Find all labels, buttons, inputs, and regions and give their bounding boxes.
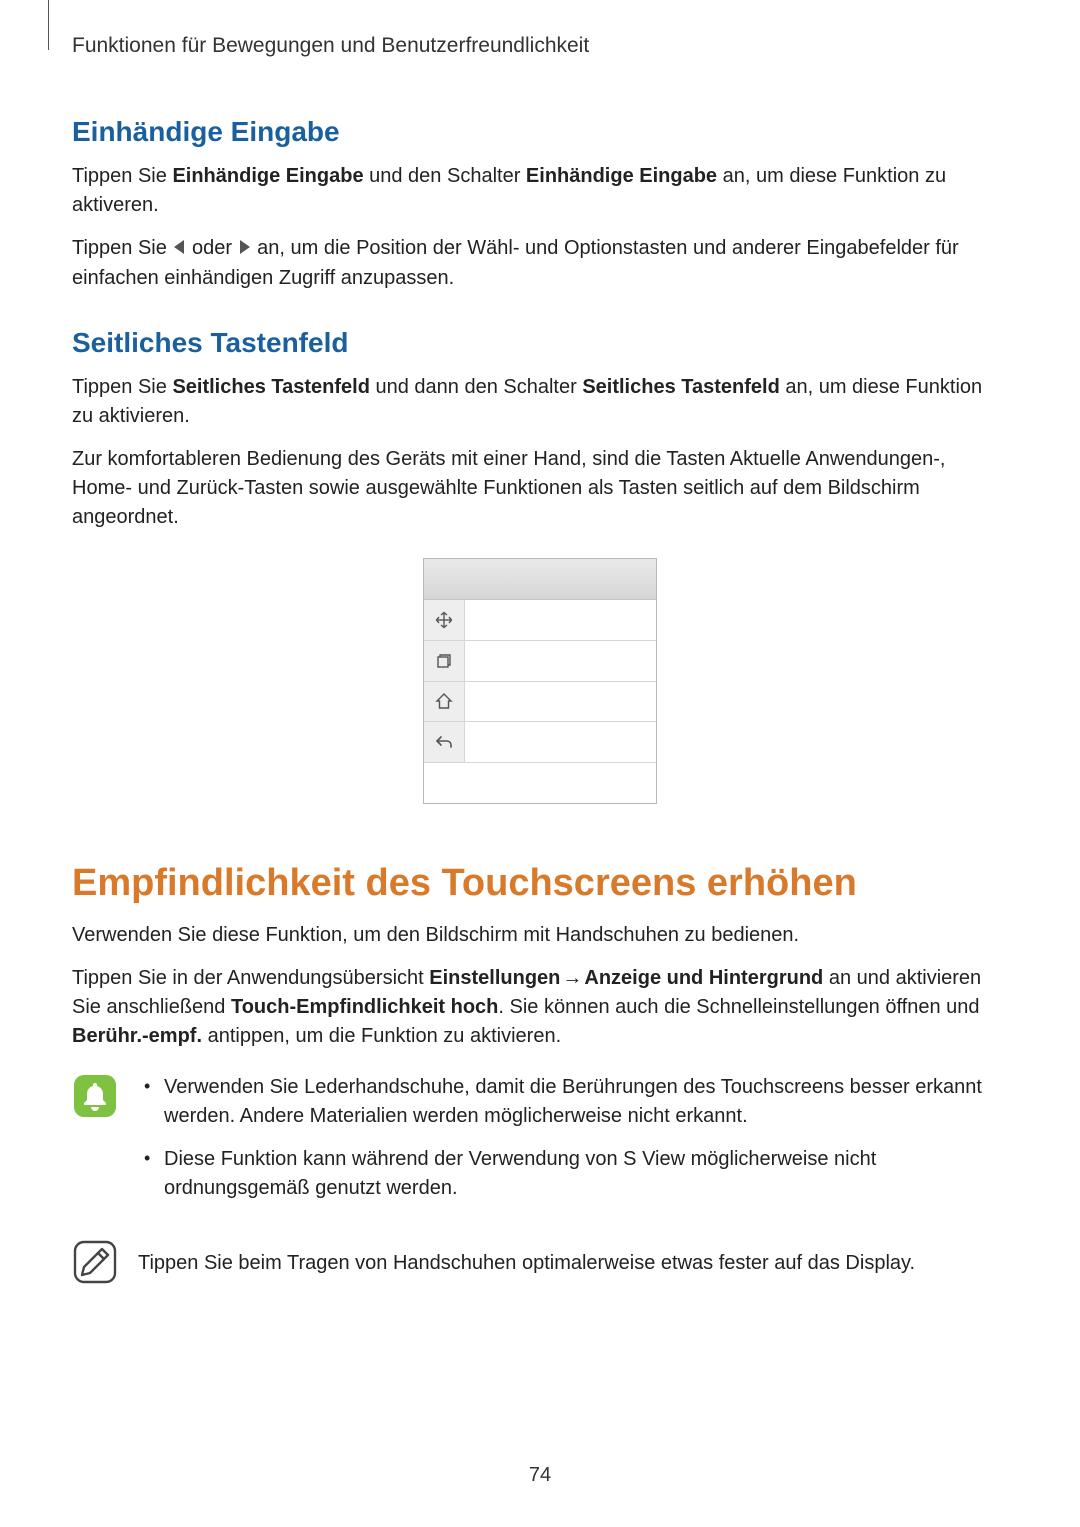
text: und dann den Schalter: [370, 376, 582, 398]
text: Tippen Sie: [72, 237, 172, 259]
triangle-right-icon: [238, 235, 252, 264]
paragraph: Tippen Sie Einhändige Eingabe und den Sc…: [72, 162, 1008, 220]
note-body: Tippen Sie beim Tragen von Handschuhen o…: [138, 1239, 1008, 1292]
text: und den Schalter: [364, 165, 526, 187]
text: . Sie können auch die Schnelleinstellung…: [498, 996, 979, 1018]
heading-seitliches-tastenfeld: Seitliches Tastenfeld: [72, 327, 1008, 359]
note-body: Verwenden Sie Lederhandschuhe, damit die…: [138, 1073, 1008, 1217]
bold-text: Einhändige Eingabe: [172, 165, 363, 187]
paragraph: Tippen Sie Seitliches Tastenfeld und dan…: [72, 373, 1008, 431]
figure-side-key-panel: [72, 558, 1008, 804]
bold-text: Touch-Empfindlichkeit hoch: [231, 996, 498, 1018]
bold-text: Berühr.-empf.: [72, 1025, 202, 1047]
bell-icon: [72, 1073, 118, 1119]
recent-apps-icon: [424, 641, 465, 681]
device-blank: [465, 722, 656, 762]
note-block-warning: Verwenden Sie Lederhandschuhe, damit die…: [72, 1073, 1008, 1217]
move-icon: [424, 600, 465, 640]
home-icon: [424, 682, 465, 722]
side-rule: [48, 0, 49, 50]
device-blank: [424, 763, 656, 803]
back-icon: [424, 722, 465, 762]
triangle-left-icon: [172, 235, 186, 264]
arrow-right-icon: →: [562, 964, 582, 993]
bold-text: Seitliches Tastenfeld: [172, 376, 369, 398]
text: Tippen Sie: [72, 376, 172, 398]
device-row: [424, 763, 656, 803]
bold-text: Anzeige und Hintergrund: [584, 967, 823, 989]
breadcrumb: Funktionen für Bewegungen und Benutzerfr…: [72, 34, 1008, 58]
device-statusbar: [424, 559, 656, 600]
list-item: Verwenden Sie Lederhandschuhe, damit die…: [138, 1073, 1008, 1131]
heading-touch-sensitivity: Empfindlichkeit des Touchscreens erhöhen: [72, 862, 1008, 905]
page-container: Funktionen für Bewegungen und Benutzerfr…: [0, 0, 1080, 1527]
device-row: [424, 641, 656, 682]
device-blank: [465, 641, 656, 681]
bullet-list: Verwenden Sie Lederhandschuhe, damit die…: [138, 1073, 1008, 1203]
paragraph: Zur komfortableren Bedienung des Geräts …: [72, 445, 1008, 532]
bold-text: Einstellungen: [429, 967, 560, 989]
page-number: 74: [0, 1464, 1080, 1487]
device-mockup: [423, 558, 657, 804]
text: antippen, um die Funktion zu aktivieren.: [202, 1025, 561, 1047]
note-block-tip: Tippen Sie beim Tragen von Handschuhen o…: [72, 1239, 1008, 1292]
device-row: [424, 722, 656, 763]
device-blank: [465, 600, 656, 640]
bold-text: Seitliches Tastenfeld: [582, 376, 779, 398]
paragraph: Tippen Sie in der Anwendungsübersicht Ei…: [72, 964, 1008, 1051]
note-icon: [72, 1239, 118, 1285]
heading-einhaendige-eingabe: Einhändige Eingabe: [72, 116, 1008, 148]
text: Tippen Sie in der Anwendungsübersicht: [72, 967, 429, 989]
device-blank: [465, 682, 656, 722]
text: Tippen Sie: [72, 165, 172, 187]
paragraph: Verwenden Sie diese Funktion, um den Bil…: [72, 921, 1008, 950]
list-item: Diese Funktion kann während der Verwendu…: [138, 1145, 1008, 1203]
bold-text: Einhändige Eingabe: [526, 165, 717, 187]
paragraph: Tippen Sie beim Tragen von Handschuhen o…: [138, 1249, 1008, 1278]
device-row: [424, 682, 656, 723]
device-row: [424, 600, 656, 641]
text: oder: [186, 237, 237, 259]
paragraph: Tippen Sie oder an, um die Position der …: [72, 234, 1008, 293]
